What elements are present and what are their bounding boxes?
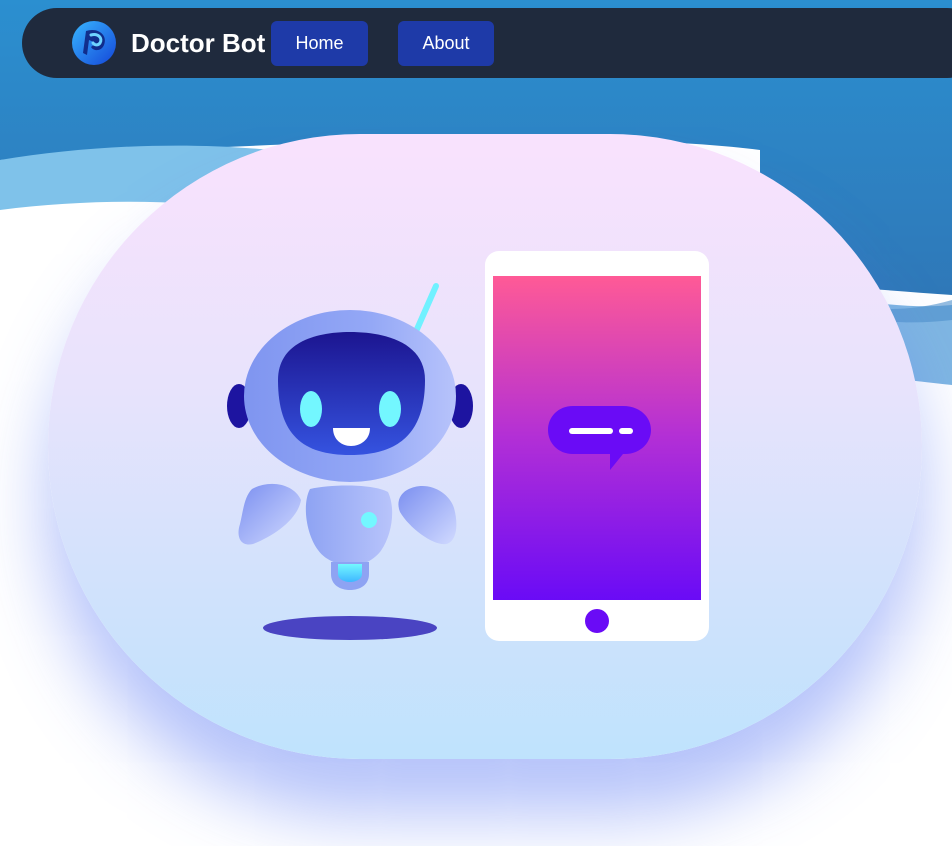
doctor-bot-logo-icon[interactable] [72, 21, 116, 65]
nav-about-button[interactable]: About [398, 21, 494, 66]
smartphone-icon [485, 251, 709, 641]
robot-icon [227, 283, 473, 640]
brand-title: Doctor Bot [131, 28, 266, 58]
nav-home-button[interactable]: Home [271, 21, 368, 66]
hero-card [48, 134, 922, 759]
top-navbar: Doctor Bot Home About [22, 8, 952, 78]
hero-illustration [227, 251, 709, 641]
